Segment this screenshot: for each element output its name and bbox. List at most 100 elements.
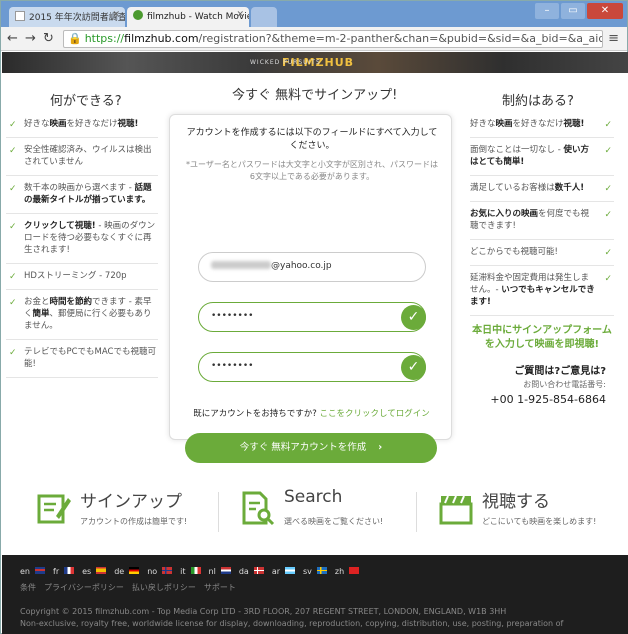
check-icon: ✓ [604,184,612,194]
valid-check-icon: ✓ [401,355,426,380]
form-intro: アカウントを作成するには以下のフィールドにすべて入力してください。 [186,128,438,151]
phone-label: お問い合わせ電話番号: [523,380,606,389]
tab-bar: 2015 年年次訪問者調査 ✕ filmzhub - Watch Movie ✕… [1,1,627,27]
item-text: テレビでもPCでもMACでも視聴可能! [24,347,156,369]
item-text: クリックして視聴! [24,221,96,231]
url-path: /registration?&theme=m-2-panther&chan=&p… [198,32,602,45]
language-zh[interactable]: zh [335,567,363,576]
language-code: it [180,567,186,576]
forward-arrow-icon[interactable]: → [25,31,36,46]
language-code: en [20,567,30,576]
tab-survey[interactable]: 2015 年年次訪問者調査 ✕ [9,7,125,27]
signup-form: アカウントを作成するには以下のフィールドにすべて入力してください。 *ユーザー名… [169,114,453,463]
step-subtitle: 選べる映画をご覧ください! [284,517,384,526]
item-text: 面倒なことは一切なし - [470,145,564,155]
flag-icon [190,567,201,574]
language-es[interactable]: es [82,567,110,576]
flag-icon [253,567,264,574]
lock-icon: 🔒 [68,32,82,45]
flag-icon [35,567,45,574]
site-logo[interactable]: WICKED PURSUITS FILMZHUB [250,56,354,69]
list-item: ✓ HDストリーミング - 720p [6,264,158,290]
email-value: @yahoo.co.jp [271,261,332,271]
password-field[interactable]: •••••••• ✓ [198,302,426,332]
check-icon: ✓ [604,248,612,258]
list-item: ✓ 数千本の映画から選べます - 話題の最新タイトルが揃っています。 [6,176,158,214]
banner-tagline: WICKED PURSUITS [250,59,321,66]
divider [218,492,219,532]
item-text: 時間を節約 [49,297,93,307]
maximize-icon[interactable]: ▭ [561,3,585,19]
valid-check-icon: ✓ [401,305,426,330]
check-icon: ✓ [9,272,17,282]
language-code: fr [53,567,60,576]
close-window-icon[interactable]: ✕ [587,3,623,19]
page-content: WICKED PURSUITS FILMZHUB 何ができる? ✓ 好きな映画を好き… [2,52,628,634]
promo-text: 本日中にサインアップフォームを入力して映画を即視聴! [472,325,612,350]
footer-link[interactable]: 条件 [20,583,36,592]
language-fr[interactable]: fr [53,567,78,576]
login-prompt: 既にアカウントをお持ちですか? ここをクリックしてログイン [170,407,453,419]
item-text: 視聴! [563,119,585,129]
check-icon: ✓ [9,222,17,232]
item-text: お金と [24,297,50,307]
check-icon: ✓ [9,348,17,358]
new-tab-button[interactable] [251,7,277,27]
language-code: no [147,567,158,576]
list-item: ✓ 安全性確認済み、ウイルスは検出されていません [6,138,158,176]
menu-icon[interactable]: ≡ [608,31,619,46]
flag-icon [96,567,107,574]
check-icon: ✓ [604,210,612,220]
check-icon: ✓ [9,146,17,156]
language-da[interactable]: da [239,567,268,576]
language-sv[interactable]: sv [303,567,331,576]
item-text: お気に入りの映画 [470,209,539,219]
language-de[interactable]: de [114,567,143,576]
minimize-icon[interactable]: – [535,3,559,19]
item-text: 簡単 [32,309,50,319]
check-icon: ✓ [604,146,612,156]
confirm-password-field[interactable]: •••••••• ✓ [198,352,426,382]
tab-title: 2015 年年次訪問者調査 [29,13,125,23]
close-tab-icon[interactable]: ✕ [236,10,244,20]
blurred-username [211,261,271,269]
language-ar[interactable]: ar [272,567,299,576]
item-text: を好きなだけ [66,119,118,129]
list-item: ✓ テレビでもPCでもMACでも視聴可能! [6,340,158,378]
close-tab-icon[interactable]: ✕ [112,10,120,20]
back-arrow-icon[interactable]: ← [7,31,18,46]
password-value: •••••••• [211,311,254,321]
list-item: ✓ 面倒なことは一切なし - 使い方はとても簡単! [470,138,614,176]
check-icon: ✓ [9,120,17,130]
create-account-button[interactable]: 今すぐ 無料アカウントを作成 › [185,433,437,463]
footer-link[interactable]: サポート [204,583,236,592]
signup-form-icon [37,494,71,524]
language-no[interactable]: no [147,567,176,576]
window-controls: – ▭ ✕ [535,3,623,19]
check-icon: ✓ [9,184,17,194]
chevron-right-icon: › [378,442,383,453]
list-item: ✓ クリックして視聴! - 映画のダウンロードを待つ必要もなくすぐに再生されます! [6,214,158,264]
flag-icon [162,567,173,574]
language-en[interactable]: en [20,567,49,576]
footer-link[interactable]: プライバシーポリシー [44,583,124,592]
form-note: *ユーザー名とパスワードは大文字と小文字が区別され、パスワードは6文字以上である… [186,160,438,181]
footer-links: 条件 プライバシーポリシー 払い戻しポリシー サポート [20,582,244,593]
login-link[interactable]: ここをクリックしてログイン [319,409,429,419]
confirm-password-value: •••••••• [211,361,254,371]
language-nl[interactable]: nl [209,567,235,576]
list-item: ✓ どこからでも視聴可能! [470,240,614,266]
reload-icon[interactable]: ↻ [43,31,54,46]
list-item: ✓ 延滞料金や固定費用は発生しません。- いつでもキャンセルできます! [470,266,614,316]
list-item: ✓ 好きな映画を好きなだけ視聴! [6,112,158,138]
item-text: どこからでも視聴可能! [470,247,558,257]
list-item: ✓ お金と時間を節約できます - 素早く簡単、郵便局に行く必要もありません。 [6,290,158,340]
email-field[interactable]: @yahoo.co.jp [198,252,426,282]
language-it[interactable]: it [180,567,204,576]
list-item: ✓ 好きな映画を好きなだけ視聴! [470,112,614,138]
check-icon: ✓ [9,298,17,308]
flag-icon [64,567,75,574]
footer-link[interactable]: 払い戻しポリシー [132,583,196,592]
address-bar[interactable]: 🔒 https://filmzhub.com/registration?&them… [63,30,603,48]
tab-filmzhub[interactable]: filmzhub - Watch Movie ✕ [127,7,249,27]
